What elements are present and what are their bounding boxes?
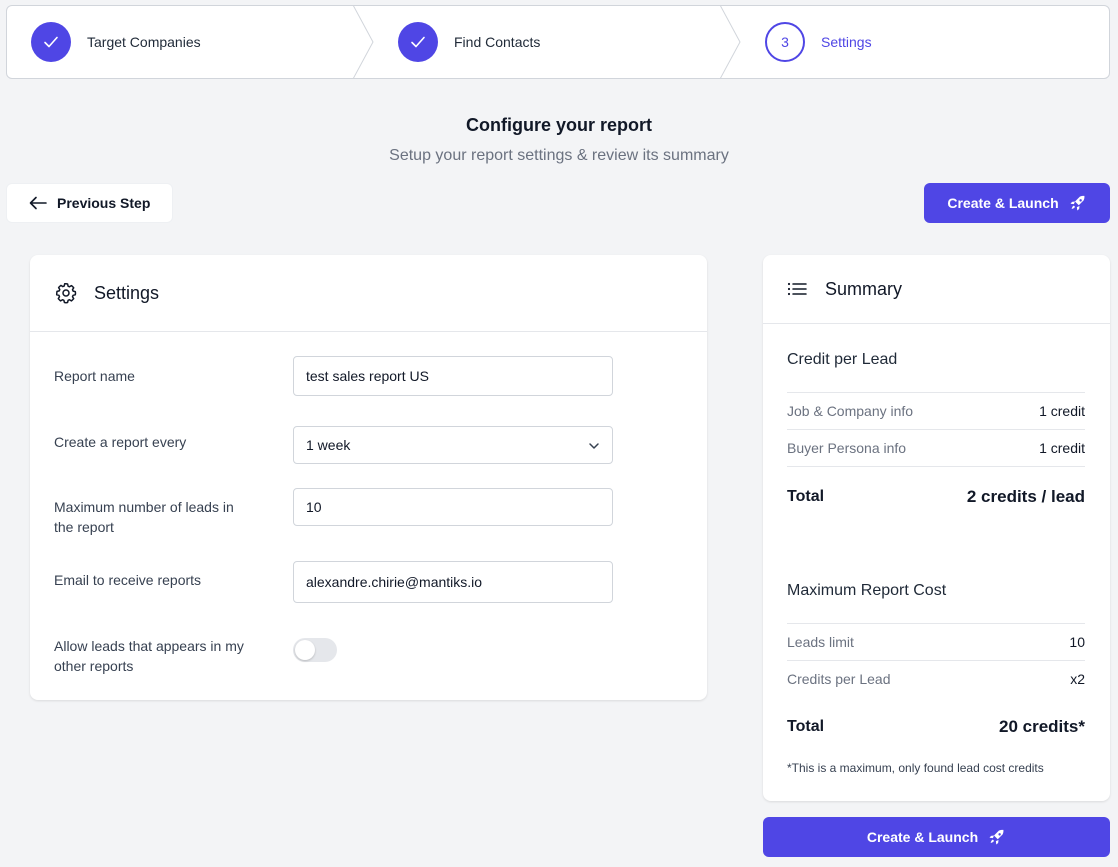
settings-card-header: Settings [30,255,707,332]
page-title: Configure your report [465,115,652,135]
step-divider [720,6,741,78]
page-subtitle: Setup your report settings & review its … [389,147,729,164]
step-label: Find Contacts [454,34,541,50]
max-leads-value: 10 [306,499,322,515]
create-launch-button-bottom[interactable]: Create & Launch [763,817,1110,857]
line-item-key: Credits per Lead [787,671,891,687]
previous-step-button[interactable]: Previous Step [6,183,173,223]
list-icon [787,282,807,296]
line-item-key: Job & Company info [787,403,914,419]
line-item-value: 10 [1069,634,1085,650]
max-report-cost-title: Maximum Report Cost [787,582,947,599]
email-input[interactable]: alexandre.chirie@mantiks.io [293,561,613,603]
rocket-icon [1070,195,1085,211]
allow-dupes-toggle[interactable] [293,638,337,662]
arrow-left-icon [29,196,47,210]
rocket-icon [989,829,1004,845]
credit-per-lead-total: Total 2 credits / lead [787,466,1085,526]
summary-card: Summary Credit per Lead Job & Company in… [763,255,1110,801]
credit-per-lead-title: Credit per Lead [787,351,898,368]
allow-dupes-label: Allow leads that appears in my other rep… [54,638,244,674]
create-launch-label: Create & Launch [866,829,979,845]
line-item-key: Leads limit [787,634,854,650]
step-divider [353,6,374,78]
check-icon [398,22,438,62]
create-launch-label: Create & Launch [947,195,1059,211]
summary-line-item: Job & Company info 1 credit [787,392,1085,429]
settings-card: Settings Report name test sales report U… [30,255,707,700]
frequency-value: 1 week [306,437,351,453]
max-leads-label: Maximum number of leads in the report [54,499,234,535]
report-name-value: test sales report US [306,368,429,384]
previous-step-label: Previous Step [57,195,151,211]
progress-stepper: Target Companies Find Contacts 3 Setting… [6,5,1110,79]
report-name-label: Report name [54,368,135,384]
line-item-value: 1 credit [1039,403,1085,419]
step-find-contacts[interactable]: Find Contacts [398,6,540,78]
summary-line-item: Leads limit 10 [787,623,1085,660]
email-value: alexandre.chirie@mantiks.io [306,574,483,590]
chevron-down-icon [589,443,599,449]
frequency-label: Create a report every [54,434,187,450]
line-item-value: 1 credit [1039,440,1085,456]
step-label: Settings [821,34,872,50]
line-item-key: Buyer Persona info [787,440,907,456]
check-icon [31,22,71,62]
settings-title: Settings [94,282,160,303]
summary-title: Summary [825,278,903,299]
total-label: Total [787,487,825,505]
summary-line-item: Credits per Lead x2 [787,660,1085,697]
summary-line-item: Buyer Persona info 1 credit [787,429,1085,466]
step-settings[interactable]: 3 Settings [765,6,872,78]
report-name-input[interactable]: test sales report US [293,356,613,396]
toggle-knob [295,640,315,660]
max-leads-input[interactable]: 10 [293,488,613,526]
line-item-value: x2 [1070,671,1085,687]
total-value: 2 credits / lead [966,486,1085,506]
summary-card-header: Summary [763,255,1110,324]
cost-footnote: *This is a maximum, only found lead cost… [787,761,1044,775]
total-label: Total [787,718,825,735]
step-label: Target Companies [87,34,201,50]
total-value: 20 credits* [999,717,1085,736]
step-target-companies[interactable]: Target Companies [31,6,201,78]
frequency-select[interactable]: 1 week [293,426,613,464]
gear-icon [55,283,77,304]
step-number: 3 [765,22,805,62]
max-report-cost-total: Total 20 credits* [787,697,1085,757]
email-label: Email to receive reports [54,572,202,588]
create-launch-button-top[interactable]: Create & Launch [924,183,1110,223]
